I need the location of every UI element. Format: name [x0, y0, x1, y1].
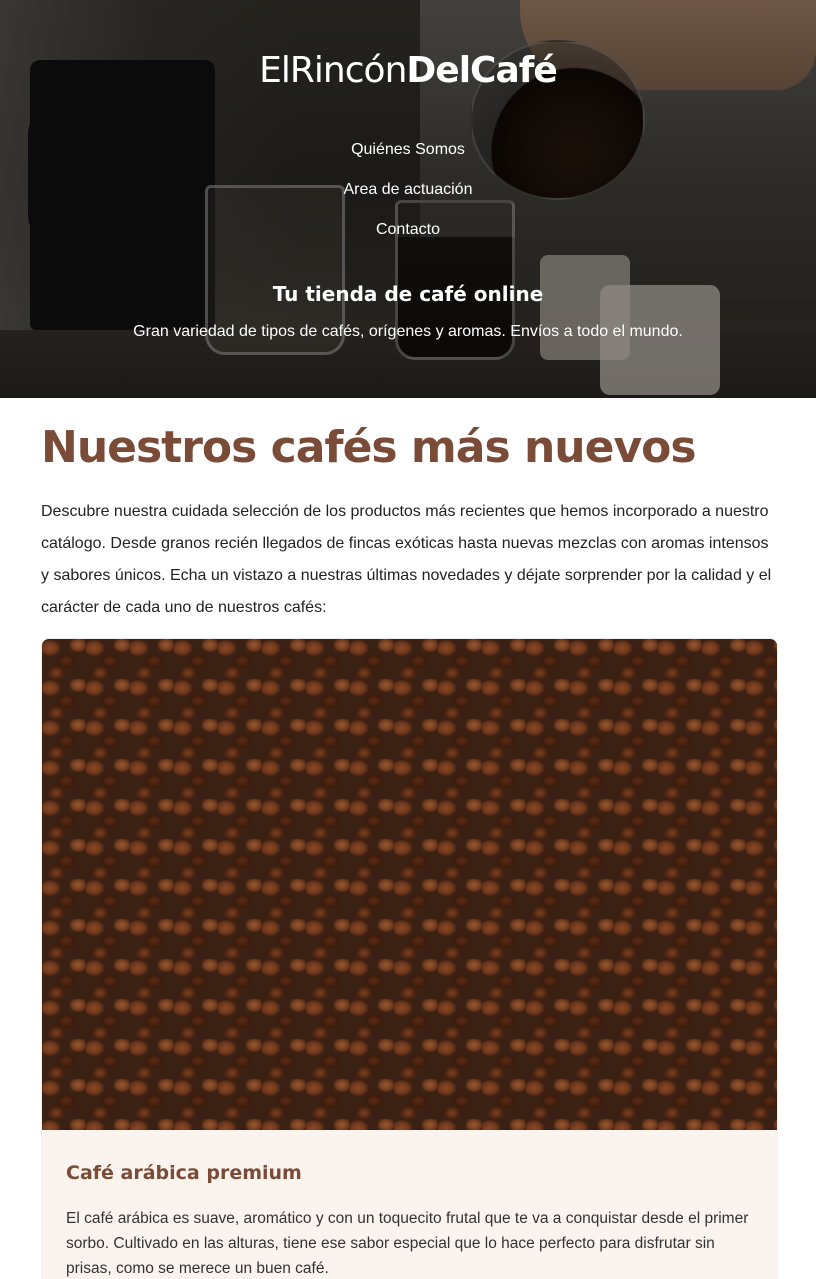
site-logo[interactable]: ElRincónDelCafé: [0, 50, 816, 91]
hero-content: ElRincónDelCafé Quiénes Somos Area de ac…: [0, 0, 816, 398]
hero-subtagline: Gran variedad de tipos de cafés, orígene…: [133, 323, 683, 340]
main-content: Nuestros cafés más nuevos Descubre nuest…: [0, 423, 816, 1279]
main-nav: Quiénes Somos Area de actuación Contacto: [0, 138, 816, 258]
product-card[interactable]: Café arábica premium El café arábica es …: [41, 638, 778, 1279]
product-description: El café arábica es suave, aromático y co…: [66, 1210, 749, 1277]
logo-text-regular: ElRincón: [259, 50, 407, 91]
product-card-body: Café arábica premium El café arábica es …: [42, 1130, 777, 1279]
section-intro: Descubre nuestra cuidada selección de lo…: [41, 503, 772, 616]
section-title: Nuestros cafés más nuevos: [41, 422, 697, 473]
nav-link-area-actuacion[interactable]: Area de actuación: [0, 178, 816, 218]
nav-link-quienes-somos[interactable]: Quiénes Somos: [0, 138, 816, 178]
hero-banner: ElRincónDelCafé Quiénes Somos Area de ac…: [0, 0, 816, 398]
nav-link-contacto[interactable]: Contacto: [0, 218, 816, 258]
product-title: Café arábica premium: [66, 1162, 302, 1184]
hero-tagline: Tu tienda de café online: [272, 282, 544, 306]
coffee-beans-image: [42, 639, 777, 1130]
logo-text-bold: DelCafé: [406, 50, 557, 91]
